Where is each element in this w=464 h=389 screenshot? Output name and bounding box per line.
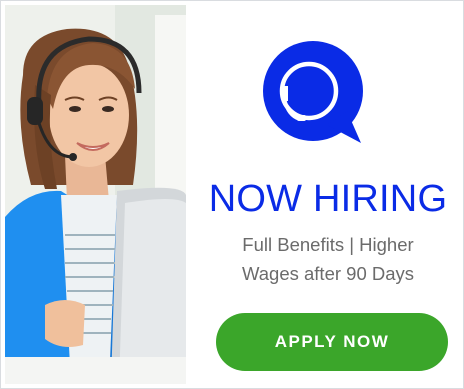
benefits-line-2: Wages after 90 Days bbox=[241, 263, 415, 284]
benefits-line-1: Full Benefits | Higher bbox=[242, 234, 414, 255]
headset-chat-bubble-icon bbox=[261, 39, 365, 145]
hiring-ad-banner[interactable]: NOW HIRING Full Benefits | Higher Wages … bbox=[0, 0, 464, 389]
agent-photo bbox=[5, 5, 186, 384]
benefits-text: Full Benefits | Higher Wages after 90 Da… bbox=[191, 230, 464, 288]
headline: NOW HIRING bbox=[208, 178, 448, 220]
apply-now-button[interactable]: APPLY NOW bbox=[216, 313, 448, 371]
